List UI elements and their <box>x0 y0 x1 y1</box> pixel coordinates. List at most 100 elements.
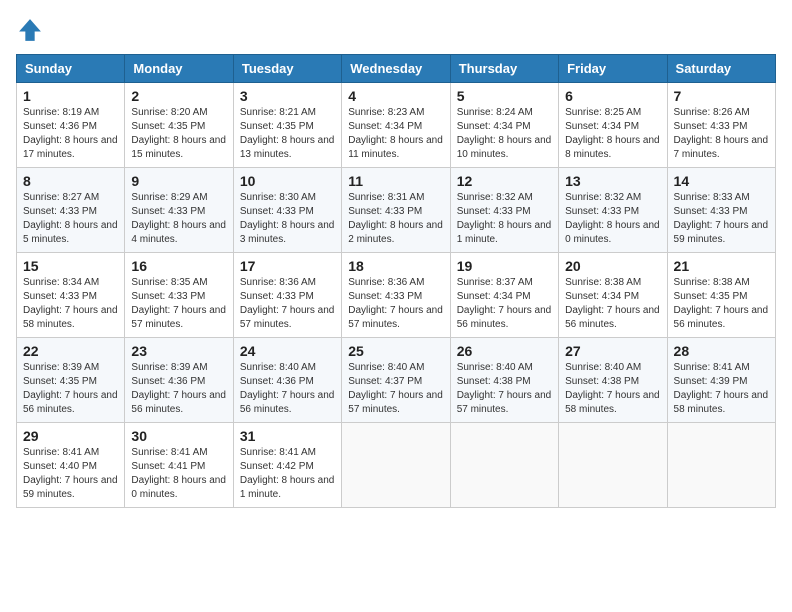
calendar-cell: 31Sunrise: 8:41 AM Sunset: 4:42 PM Dayli… <box>233 423 341 508</box>
day-number: 9 <box>131 173 226 189</box>
calendar-cell: 25 Sunrise: 8:40 AM Sunset: 4:37 PM Dayli… <box>342 338 450 423</box>
calendar-cell: 7 Sunrise: 8:26 AM Sunset: 4:33 PM Daylig… <box>667 83 775 168</box>
day-number: 26 <box>457 343 552 359</box>
day-info: Sunrise: 8:20 AM Sunset: 4:35 PM Dayligh… <box>131 106 226 162</box>
day-number: 17 <box>240 258 335 274</box>
day-number: 7 <box>674 88 769 104</box>
day-number: 1 <box>23 88 118 104</box>
day-number: 22 <box>23 343 118 359</box>
calendar-cell: 17 Sunrise: 8:36 AM Sunset: 4:33 PM Dayli… <box>233 253 341 338</box>
header-day-sunday: Sunday <box>17 55 125 83</box>
calendar-week-2: 8 Sunrise: 8:27 AM Sunset: 4:33 PM Daylig… <box>17 168 776 253</box>
day-info: Sunrise: 8:21 AM Sunset: 4:35 PM Dayligh… <box>240 106 335 162</box>
calendar-cell: 1 Sunrise: 8:19 AM Sunset: 4:36 PM Daylig… <box>17 83 125 168</box>
day-info: Sunrise: 8:33 AM Sunset: 4:33 PM Dayligh… <box>674 191 769 247</box>
day-info: Sunrise: 8:25 AM Sunset: 4:34 PM Dayligh… <box>565 106 660 162</box>
day-number: 21 <box>674 258 769 274</box>
day-number: 3 <box>240 88 335 104</box>
calendar-week-4: 22 Sunrise: 8:39 AM Sunset: 4:35 PM Dayli… <box>17 338 776 423</box>
calendar-week-5: 29Sunrise: 8:41 AM Sunset: 4:40 PM Dayli… <box>17 423 776 508</box>
calendar-cell: 12Sunrise: 8:32 AM Sunset: 4:33 PM Dayli… <box>450 168 558 253</box>
day-number: 24 <box>240 343 335 359</box>
day-info: Sunrise: 8:23 AM Sunset: 4:34 PM Dayligh… <box>348 106 443 162</box>
day-info: Sunrise: 8:40 AM Sunset: 4:38 PM Dayligh… <box>565 361 660 417</box>
calendar-cell: 22 Sunrise: 8:39 AM Sunset: 4:35 PM Dayli… <box>17 338 125 423</box>
calendar-cell <box>559 423 667 508</box>
calendar-body: 1 Sunrise: 8:19 AM Sunset: 4:36 PM Daylig… <box>17 83 776 508</box>
day-number: 10 <box>240 173 335 189</box>
calendar-cell <box>450 423 558 508</box>
calendar-cell: 2 Sunrise: 8:20 AM Sunset: 4:35 PM Daylig… <box>125 83 233 168</box>
header-day-thursday: Thursday <box>450 55 558 83</box>
day-number: 18 <box>348 258 443 274</box>
calendar-week-3: 15 Sunrise: 8:34 AM Sunset: 4:33 PM Dayli… <box>17 253 776 338</box>
day-number: 14 <box>674 173 769 189</box>
calendar-cell: 3 Sunrise: 8:21 AM Sunset: 4:35 PM Daylig… <box>233 83 341 168</box>
header-day-wednesday: Wednesday <box>342 55 450 83</box>
calendar-cell: 27 Sunrise: 8:40 AM Sunset: 4:38 PM Dayli… <box>559 338 667 423</box>
day-info: Sunrise: 8:19 AM Sunset: 4:36 PM Dayligh… <box>23 106 118 162</box>
calendar-cell: 14 Sunrise: 8:33 AM Sunset: 4:33 PM Dayli… <box>667 168 775 253</box>
header-row: SundayMondayTuesdayWednesdayThursdayFrid… <box>17 55 776 83</box>
day-number: 12 <box>457 173 552 189</box>
day-info: Sunrise: 8:35 AM Sunset: 4:33 PM Dayligh… <box>131 276 226 332</box>
day-number: 28 <box>674 343 769 359</box>
calendar-cell: 13 Sunrise: 8:32 AM Sunset: 4:33 PM Dayli… <box>559 168 667 253</box>
day-number: 11 <box>348 173 443 189</box>
day-number: 25 <box>348 343 443 359</box>
calendar-cell <box>667 423 775 508</box>
day-info: Sunrise: 8:37 AM Sunset: 4:34 PM Dayligh… <box>457 276 552 332</box>
calendar-cell: 9Sunrise: 8:29 AM Sunset: 4:33 PM Daylig… <box>125 168 233 253</box>
day-info: Sunrise: 8:41 AM Sunset: 4:39 PM Dayligh… <box>674 361 769 417</box>
day-info: Sunrise: 8:24 AM Sunset: 4:34 PM Dayligh… <box>457 106 552 162</box>
calendar-cell: 29Sunrise: 8:41 AM Sunset: 4:40 PM Dayli… <box>17 423 125 508</box>
day-info: Sunrise: 8:39 AM Sunset: 4:36 PM Dayligh… <box>131 361 226 417</box>
day-info: Sunrise: 8:38 AM Sunset: 4:34 PM Dayligh… <box>565 276 660 332</box>
day-number: 19 <box>457 258 552 274</box>
day-info: Sunrise: 8:40 AM Sunset: 4:38 PM Dayligh… <box>457 361 552 417</box>
day-number: 15 <box>23 258 118 274</box>
header-day-friday: Friday <box>559 55 667 83</box>
calendar-week-1: 1 Sunrise: 8:19 AM Sunset: 4:36 PM Daylig… <box>17 83 776 168</box>
day-number: 6 <box>565 88 660 104</box>
calendar-cell: 4 Sunrise: 8:23 AM Sunset: 4:34 PM Daylig… <box>342 83 450 168</box>
calendar-table: SundayMondayTuesdayWednesdayThursdayFrid… <box>16 54 776 508</box>
day-info: Sunrise: 8:31 AM Sunset: 4:33 PM Dayligh… <box>348 191 443 247</box>
day-number: 2 <box>131 88 226 104</box>
calendar-cell: 19 Sunrise: 8:37 AM Sunset: 4:34 PM Dayli… <box>450 253 558 338</box>
day-info: Sunrise: 8:40 AM Sunset: 4:37 PM Dayligh… <box>348 361 443 417</box>
day-number: 30 <box>131 428 226 444</box>
day-info: Sunrise: 8:36 AM Sunset: 4:33 PM Dayligh… <box>240 276 335 332</box>
calendar-cell: 6 Sunrise: 8:25 AM Sunset: 4:34 PM Daylig… <box>559 83 667 168</box>
day-number: 13 <box>565 173 660 189</box>
calendar-cell: 28 Sunrise: 8:41 AM Sunset: 4:39 PM Dayli… <box>667 338 775 423</box>
calendar-cell: 24Sunrise: 8:40 AM Sunset: 4:36 PM Dayli… <box>233 338 341 423</box>
calendar-cell: 5 Sunrise: 8:24 AM Sunset: 4:34 PM Daylig… <box>450 83 558 168</box>
calendar-cell: 10Sunrise: 8:30 AM Sunset: 4:33 PM Dayli… <box>233 168 341 253</box>
header-day-saturday: Saturday <box>667 55 775 83</box>
logo-icon <box>16 16 44 44</box>
day-number: 8 <box>23 173 118 189</box>
day-info: Sunrise: 8:38 AM Sunset: 4:35 PM Dayligh… <box>674 276 769 332</box>
day-number: 23 <box>131 343 226 359</box>
day-info: Sunrise: 8:34 AM Sunset: 4:33 PM Dayligh… <box>23 276 118 332</box>
day-info: Sunrise: 8:41 AM Sunset: 4:40 PM Dayligh… <box>23 446 118 502</box>
day-info: Sunrise: 8:39 AM Sunset: 4:35 PM Dayligh… <box>23 361 118 417</box>
day-number: 5 <box>457 88 552 104</box>
calendar-cell: 21 Sunrise: 8:38 AM Sunset: 4:35 PM Dayli… <box>667 253 775 338</box>
calendar-cell <box>342 423 450 508</box>
day-number: 4 <box>348 88 443 104</box>
calendar-cell: 20Sunrise: 8:38 AM Sunset: 4:34 PM Dayli… <box>559 253 667 338</box>
header-day-tuesday: Tuesday <box>233 55 341 83</box>
day-info: Sunrise: 8:27 AM Sunset: 4:33 PM Dayligh… <box>23 191 118 247</box>
calendar-cell: 30Sunrise: 8:41 AM Sunset: 4:41 PM Dayli… <box>125 423 233 508</box>
day-info: Sunrise: 8:32 AM Sunset: 4:33 PM Dayligh… <box>565 191 660 247</box>
calendar-header: SundayMondayTuesdayWednesdayThursdayFrid… <box>17 55 776 83</box>
day-number: 31 <box>240 428 335 444</box>
header-day-monday: Monday <box>125 55 233 83</box>
calendar-cell: 11 Sunrise: 8:31 AM Sunset: 4:33 PM Dayli… <box>342 168 450 253</box>
calendar-cell: 23 Sunrise: 8:39 AM Sunset: 4:36 PM Dayli… <box>125 338 233 423</box>
day-info: Sunrise: 8:26 AM Sunset: 4:33 PM Dayligh… <box>674 106 769 162</box>
day-number: 27 <box>565 343 660 359</box>
calendar-cell: 18Sunrise: 8:36 AM Sunset: 4:33 PM Dayli… <box>342 253 450 338</box>
